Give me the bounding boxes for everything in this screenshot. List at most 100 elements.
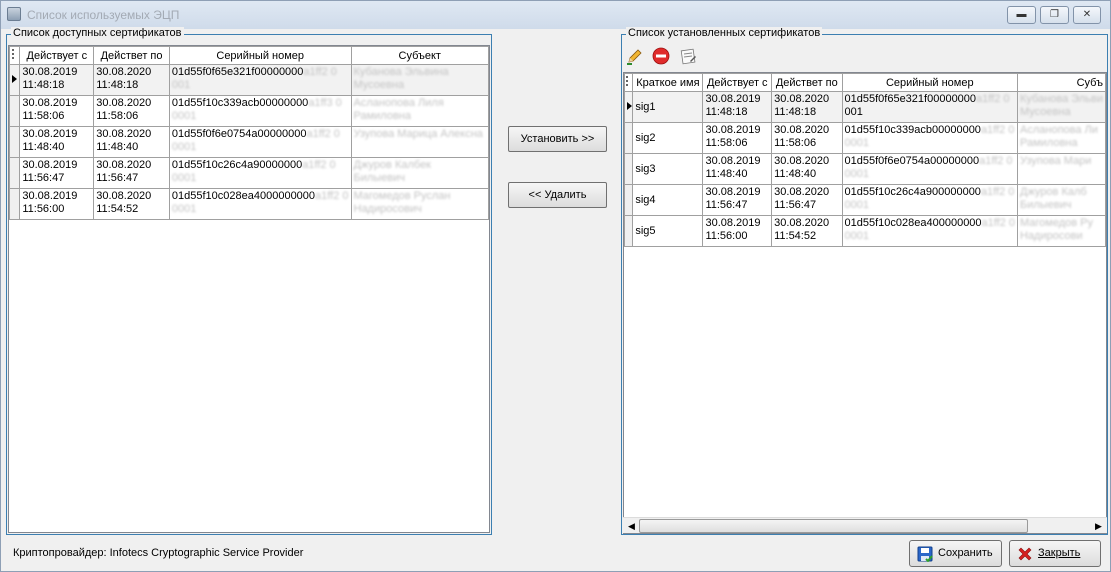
- table-row[interactable]: 30.08.2019 11:48:40 30.08.2020 11:48:40 01…: [9, 126, 489, 158]
- row-selector[interactable]: [624, 215, 634, 247]
- short-name-cell: sig2: [632, 122, 704, 154]
- save-button[interactable]: Сохранить: [909, 540, 1002, 567]
- valid-to-cell: 30.08.2020 11:56:47: [93, 157, 170, 189]
- remove-button[interactable]: << Удалить: [508, 182, 607, 208]
- table-row[interactable]: sig1 30.08.2019 11:48:18 30.08.2020 11:48:…: [624, 91, 1106, 123]
- table-row[interactable]: sig5 30.08.2019 11:56:00 30.08.2020 11:54:…: [624, 215, 1106, 247]
- short-name-cell: sig4: [632, 184, 704, 216]
- valid-from-cell: 30.08.2019 11:48:40: [19, 126, 95, 158]
- row-selector[interactable]: [624, 184, 634, 216]
- close-window-button[interactable]: ✕: [1073, 6, 1101, 24]
- horizontal-scrollbar[interactable]: ◀ ▶: [623, 517, 1107, 533]
- table-row[interactable]: sig3 30.08.2019 11:48:40 30.08.2020 11:48:…: [624, 153, 1106, 185]
- valid-to-cell: 30.08.2020 11:54:52: [771, 215, 843, 247]
- row-selector[interactable]: [9, 126, 21, 158]
- valid-from-cell: 30.08.2019 11:56:47: [702, 184, 773, 216]
- row-selector[interactable]: [624, 153, 634, 185]
- valid-from-cell: 30.08.2019 11:48:40: [702, 153, 773, 185]
- valid-from-cell: 30.08.2019 11:58:06: [702, 122, 773, 154]
- row-selector[interactable]: [9, 157, 21, 189]
- column-header-valid-to[interactable]: Действет по: [771, 73, 843, 92]
- table-row[interactable]: sig2 30.08.2019 11:58:06 30.08.2020 11:58:…: [624, 122, 1106, 154]
- serial-cell: 01d55f10c028ea400000000a1ff2 0 0001: [841, 215, 1019, 247]
- installed-certificates-table: Краткое имя Действует с Действет по Сери…: [624, 73, 1106, 247]
- column-header-valid-to[interactable]: Действет по: [93, 46, 170, 65]
- column-header-serial[interactable]: Серийный номер: [841, 73, 1019, 92]
- installed-certificates-grid[interactable]: Краткое имя Действует с Действет по Сери…: [623, 72, 1107, 534]
- remove-circle-icon[interactable]: [652, 47, 670, 65]
- row-header-corner[interactable]: [9, 46, 21, 65]
- minimize-button[interactable]: ▬: [1007, 6, 1036, 24]
- close-x-icon: [1017, 546, 1033, 562]
- columns-menu-icon: [625, 76, 632, 86]
- subject-cell: Магомедов Ру Надиросови: [1017, 215, 1106, 247]
- install-button[interactable]: Установить >>: [508, 126, 607, 152]
- main-window: Список используемых ЭЦП ▬ ❐ ✕ Список дос…: [0, 0, 1111, 572]
- serial-cell: 01d55f10c26c4a900000000a1ff2 0 0001: [841, 184, 1019, 216]
- save-disk-icon: [917, 546, 933, 563]
- window-title: Список используемых ЭЦП: [27, 8, 180, 22]
- serial-cell: 01d55f0f6e0754a00000000a1ff2 0 0001: [841, 153, 1019, 185]
- column-header-serial[interactable]: Серийный номер: [168, 46, 352, 65]
- maximize-button[interactable]: ❐: [1040, 6, 1069, 24]
- table-row[interactable]: 30.08.2019 11:48:18 30.08.2020 11:48:18 01…: [9, 64, 489, 96]
- title-bar[interactable]: Список используемых ЭЦП ▬ ❐ ✕: [1, 1, 1110, 29]
- subject-cell: Магомедов Руслан Надиросович: [350, 188, 489, 220]
- available-certificates-title: Список доступных сертификатов: [11, 27, 184, 39]
- valid-from-cell: 30.08.2019 11:56:00: [19, 188, 95, 220]
- row-selector[interactable]: [9, 188, 21, 220]
- subject-cell: Джуров Калбек Билыевич: [350, 157, 489, 189]
- serial-cell: 01d55f0f65e321f00000000a1ff2 0 001: [841, 91, 1019, 123]
- scroll-right-icon[interactable]: ▶: [1091, 519, 1106, 533]
- app-icon: [7, 7, 21, 21]
- table-row[interactable]: sig4 30.08.2019 11:56:47 30.08.2020 11:56:…: [624, 184, 1106, 216]
- serial-cell: 01d55f10c339acb00000000a1ff3 0 0001: [168, 95, 352, 127]
- valid-to-cell: 30.08.2020 11:48:40: [771, 153, 843, 185]
- installed-certificates-title: Список установленных сертификатов: [626, 27, 823, 39]
- current-row-arrow-icon: [12, 75, 17, 83]
- row-selector[interactable]: [9, 95, 21, 127]
- subject-cell: Кубанова Эльви Мусоевна: [1017, 91, 1106, 123]
- available-certificates-group: Список доступных сертификатов Действует …: [6, 27, 492, 535]
- column-header-subject[interactable]: Субъ: [1017, 73, 1106, 92]
- scrollbar-thumb[interactable]: [639, 519, 1028, 533]
- row-header-corner[interactable]: [624, 73, 634, 92]
- close-button[interactable]: Закрыть: [1009, 540, 1101, 567]
- serial-cell: 01d55f10c028ea4000000000a1ff2 0 0001: [168, 188, 352, 220]
- serial-cell: 01d55f10c339acb00000000a1ff2 0 0001: [841, 122, 1019, 154]
- valid-from-cell: 30.08.2019 11:58:06: [19, 95, 95, 127]
- row-selector[interactable]: [624, 122, 634, 154]
- serial-cell: 01d55f0f6e0754a00000000a1ff2 0 0001: [168, 126, 352, 158]
- properties-notepad-icon[interactable]: [679, 47, 697, 65]
- current-row-arrow-icon: [627, 102, 632, 110]
- edit-pencil-icon[interactable]: [626, 47, 644, 65]
- column-header-valid-from[interactable]: Действует с: [19, 46, 95, 65]
- valid-to-cell: 30.08.2020 11:58:06: [771, 122, 843, 154]
- valid-to-cell: 30.08.2020 11:48:40: [93, 126, 170, 158]
- scroll-left-icon[interactable]: ◀: [624, 519, 639, 533]
- subject-cell: Узупова Мари: [1017, 153, 1106, 185]
- subject-cell: Узупова Марица Алексна: [350, 126, 489, 158]
- columns-menu-icon: [11, 49, 18, 59]
- column-header-subject[interactable]: Субъект: [350, 46, 489, 65]
- valid-from-cell: 30.08.2019 11:56:00: [702, 215, 773, 247]
- valid-to-cell: 30.08.2020 11:48:18: [93, 64, 170, 96]
- table-row[interactable]: 30.08.2019 11:58:06 30.08.2020 11:58:06 01…: [9, 95, 489, 127]
- available-certificates-table: Действует с Действет по Серийный номер С…: [9, 46, 489, 220]
- column-header-short-name[interactable]: Краткое имя: [632, 73, 704, 92]
- short-name-cell: sig3: [632, 153, 704, 185]
- valid-to-cell: 30.08.2020 11:56:47: [771, 184, 843, 216]
- row-selector[interactable]: [624, 91, 634, 123]
- column-header-valid-from[interactable]: Действует с: [702, 73, 773, 92]
- subject-cell: Асланопова Лиля Рамиловна: [350, 95, 489, 127]
- valid-from-cell: 30.08.2019 11:48:18: [702, 91, 773, 123]
- table-row[interactable]: 30.08.2019 11:56:47 30.08.2020 11:56:47 01…: [9, 157, 489, 189]
- valid-to-cell: 30.08.2020 11:48:18: [771, 91, 843, 123]
- serial-cell: 01d55f10c26c4a90000000a1ff2 0 0001: [168, 157, 352, 189]
- short-name-cell: sig5: [632, 215, 704, 247]
- short-name-cell: sig1: [632, 91, 704, 123]
- table-row[interactable]: 30.08.2019 11:56:00 30.08.2020 11:54:52 01…: [9, 188, 489, 220]
- save-button-label: Сохранить: [938, 547, 993, 559]
- row-selector[interactable]: [9, 64, 21, 96]
- available-certificates-grid[interactable]: Действует с Действет по Серийный номер С…: [8, 45, 490, 533]
